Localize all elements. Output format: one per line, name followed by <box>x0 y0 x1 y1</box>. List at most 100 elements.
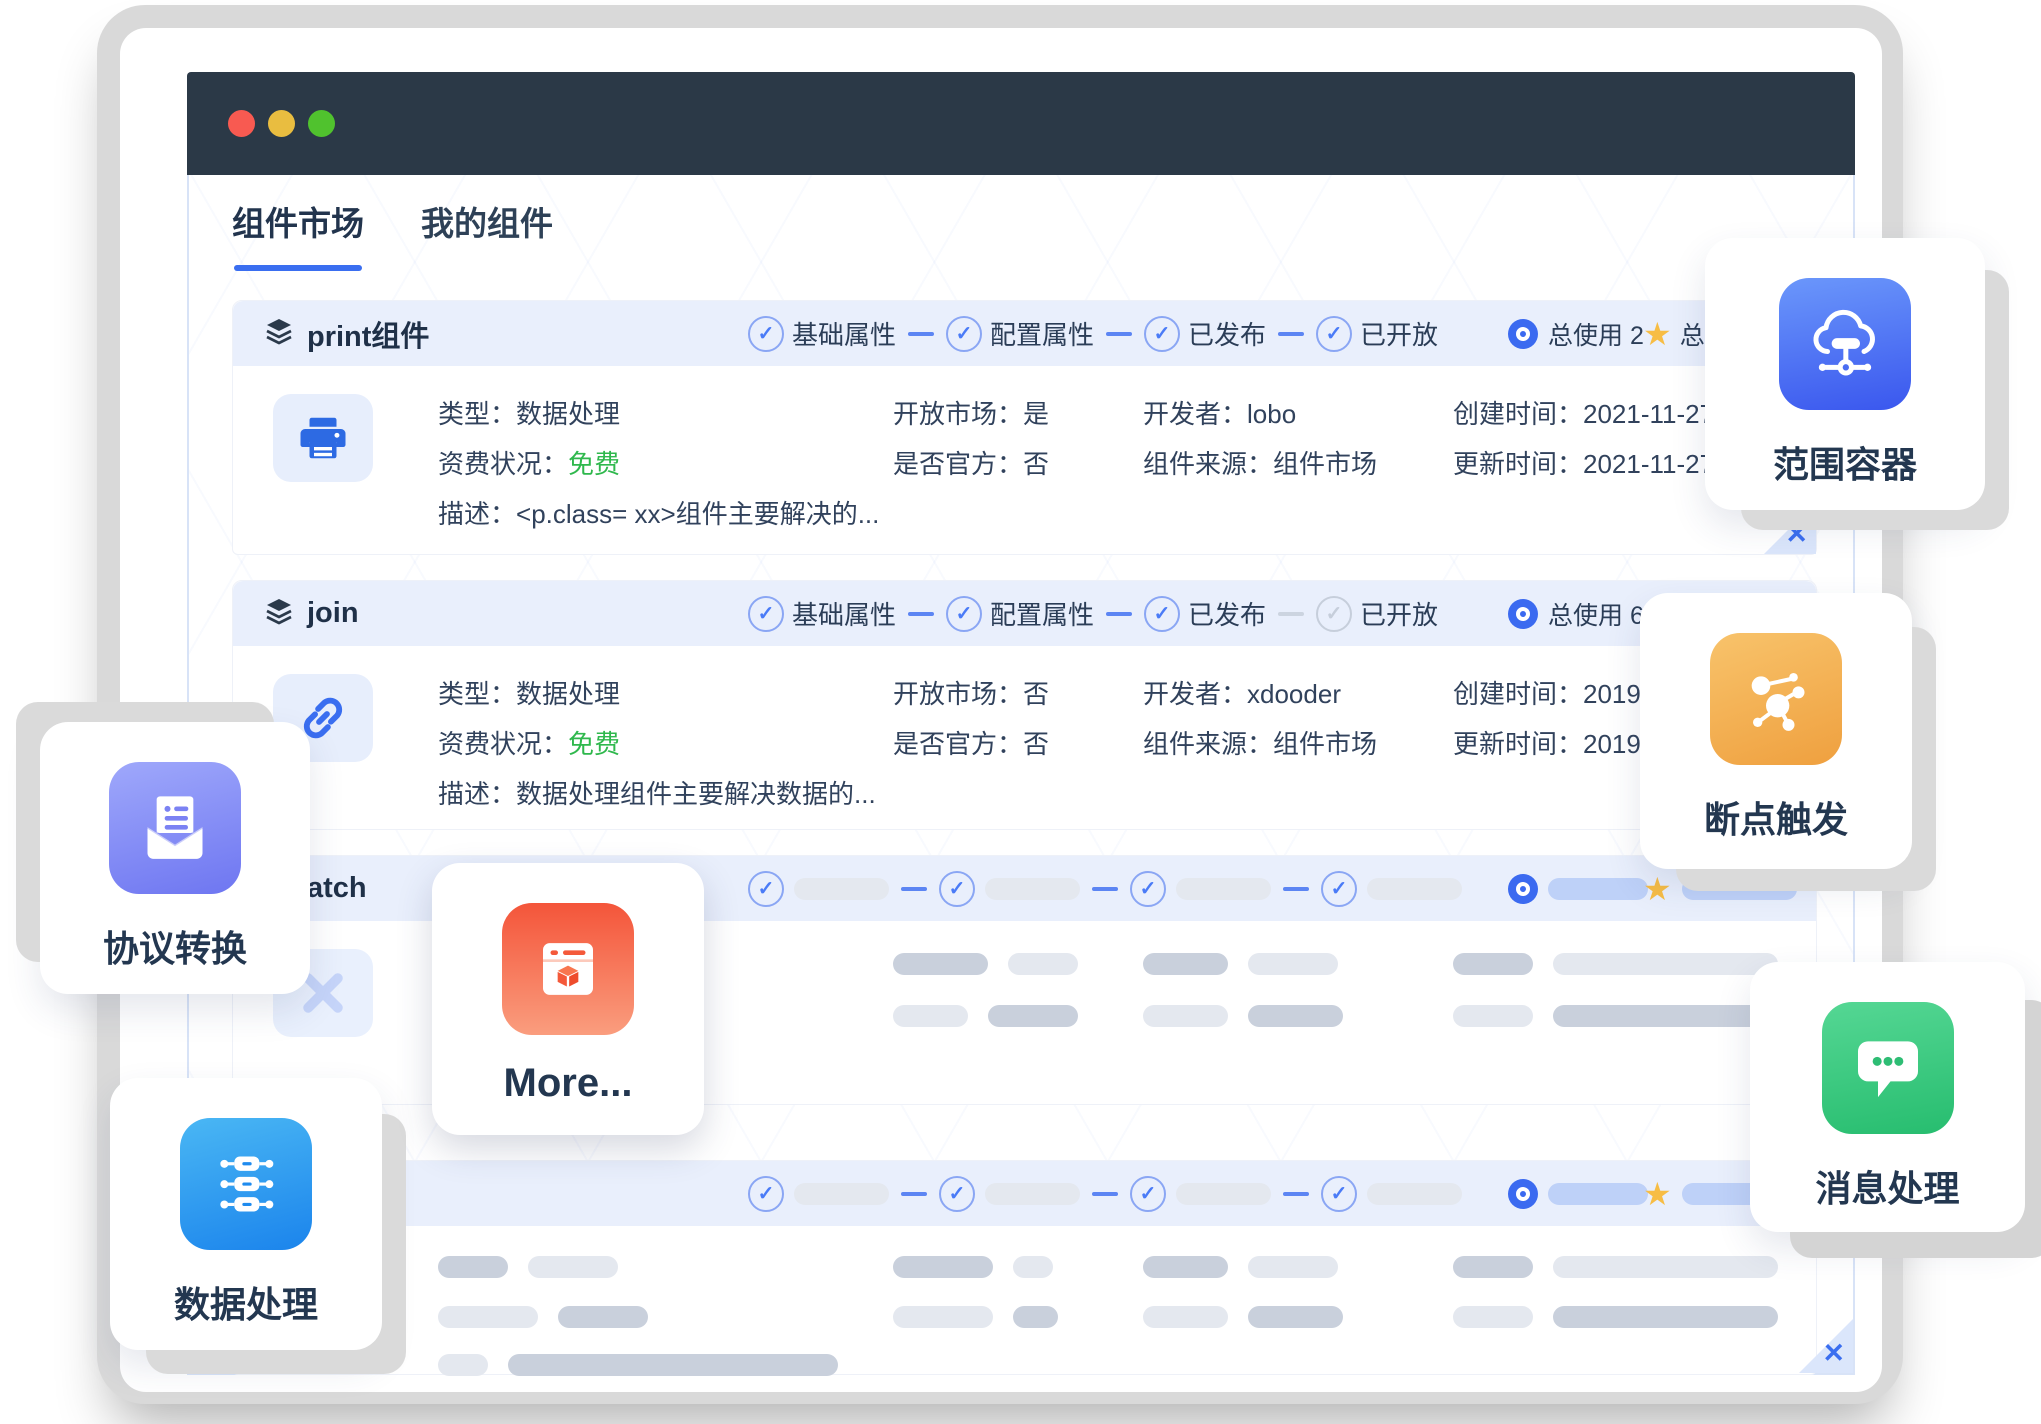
tab-my-components[interactable]: 我的组件 <box>421 197 553 245</box>
card-info-column: 开发者：lobo 组件来源：组件市场 <box>1143 396 1377 482</box>
step-label: 已发布 <box>1188 315 1266 352</box>
step-connector <box>1092 1192 1118 1196</box>
step-connector <box>901 887 927 891</box>
component-card-skeleton[interactable]: ✓ ✓ ✓ ✓ ★ <box>232 1160 1817 1375</box>
card-info-column: 类型：数据处理 资费状况：免费 描述：<p.class= xx>组件主要解决的.… <box>438 396 879 532</box>
card-info-column: 开放市场：否 是否官方：否 <box>893 676 1049 762</box>
step-connector <box>908 332 934 336</box>
usage-text: 总使用 2 <box>1548 316 1644 352</box>
step-label: 基础属性 <box>792 315 896 352</box>
skeleton-pill <box>794 878 889 900</box>
step-label: 已开放 <box>1360 315 1438 352</box>
floating-card-scope-container[interactable]: 范围容器 <box>1705 238 1985 510</box>
step-connector <box>1278 612 1304 616</box>
status-steps: ✓ 基础属性 ✓ 配置属性 ✓ 已发布 ✓ 已开放 <box>748 581 1438 646</box>
skeleton-row <box>1143 1256 1338 1278</box>
check-circle-icon: ✓ <box>939 1176 975 1212</box>
skeleton-row <box>893 1256 1053 1278</box>
skeleton-pill <box>1548 878 1648 900</box>
skeleton-row <box>1143 953 1338 975</box>
check-circle-icon: ✓ <box>748 316 784 352</box>
step-label: 配置属性 <box>990 315 1094 352</box>
floating-card-breakpoint-trigger[interactable]: 断点触发 <box>1640 593 1912 869</box>
skeleton-row <box>1143 1306 1343 1328</box>
check-circle-icon: ✓ <box>946 596 982 632</box>
floating-card-label: 消息处理 <box>1750 1160 2025 1212</box>
skeleton-row <box>1453 1005 1778 1027</box>
card-title: atch <box>307 872 367 905</box>
skeleton-pill <box>1176 1183 1271 1205</box>
usage-icon <box>1508 319 1538 349</box>
printer-icon <box>273 394 373 482</box>
skeleton-pill <box>1548 1183 1648 1205</box>
card-info-column: 创建时间：2019-1 更新时间：2019-1 <box>1453 676 1664 762</box>
component-card-print[interactable]: print组件 ✓ 基础属性 ✓ 配置属性 ✓ 已发布 ✓ 已开放 总使用 2 <box>232 300 1817 555</box>
usage-count-skeleton <box>1508 856 1648 921</box>
floating-card-label: 范围容器 <box>1705 436 1985 488</box>
skeleton-pill <box>1682 878 1797 900</box>
floating-card-label: 协议转换 <box>40 920 310 972</box>
skeleton-row <box>1453 1306 1778 1328</box>
browser-cube-icon <box>502 903 634 1035</box>
skeleton-row <box>893 1306 1058 1328</box>
floating-card-more[interactable]: More... <box>432 863 704 1135</box>
close-window-button[interactable] <box>228 110 255 137</box>
skeleton-pill <box>1367 1183 1462 1205</box>
status-steps-skeleton: ✓ ✓ ✓ ✓ <box>748 856 1462 921</box>
skeleton-row <box>1453 953 1778 975</box>
floating-card-label: More... <box>432 1061 704 1106</box>
step-connector <box>1283 887 1309 891</box>
step-connector <box>908 612 934 616</box>
active-tab-underline <box>234 265 362 271</box>
floating-card-data-processing[interactable]: 数据处理 <box>110 1078 382 1350</box>
check-circle-icon: ✓ <box>1321 871 1357 907</box>
component-card-join[interactable]: join ✓ 基础属性 ✓ 配置属性 ✓ 已发布 ✓ 已开放 总使用 6 <box>232 580 1817 830</box>
check-circle-icon: ✓ <box>1316 316 1352 352</box>
star-icon: ★ <box>1643 1178 1672 1210</box>
skeleton-pill <box>985 878 1080 900</box>
skeleton-pill <box>1367 878 1462 900</box>
check-circle-icon: ✓ <box>1130 1176 1166 1212</box>
tab-component-market[interactable]: 组件市场 <box>232 197 364 245</box>
data-nodes-icon <box>180 1118 312 1250</box>
skeleton-pill <box>985 1183 1080 1205</box>
skeleton-row <box>1143 1005 1343 1027</box>
check-circle-icon: ✓ <box>939 871 975 907</box>
close-icon[interactable]: ✕ <box>1785 521 1808 548</box>
floating-card-protocol-convert[interactable]: 协议转换 <box>40 722 310 994</box>
star-icon: ★ <box>1643 318 1672 350</box>
step-connector <box>1283 1192 1309 1196</box>
content-panel: 组件市场 我的组件 print组件 ✓ 基础属性 ✓ 配置属性 ✓ 已发布 <box>187 175 1855 1375</box>
card-header: join ✓ 基础属性 ✓ 配置属性 ✓ 已发布 ✓ 已开放 总使用 6 <box>233 581 1816 646</box>
molecule-icon <box>1710 633 1842 765</box>
check-circle-icon-incomplete: ✓ <box>1316 596 1352 632</box>
skeleton-row <box>893 953 1078 975</box>
star-icon: ★ <box>1643 873 1672 905</box>
skeleton-pill <box>794 1183 889 1205</box>
floating-card-message-processing[interactable]: 消息处理 <box>1750 962 2025 1232</box>
minimize-window-button[interactable] <box>268 110 295 137</box>
step-connector <box>1106 612 1132 616</box>
check-circle-icon: ✓ <box>1144 596 1180 632</box>
step-connector <box>1278 332 1304 336</box>
card-title: join <box>307 597 359 630</box>
card-header: ✓ ✓ ✓ ✓ ★ <box>233 1161 1816 1226</box>
card-title: print组件 <box>307 313 429 355</box>
status-steps: ✓ 基础属性 ✓ 配置属性 ✓ 已发布 ✓ 已开放 <box>748 301 1438 366</box>
card-info-column: 类型：数据处理 资费状况：免费 描述：数据处理组件主要解决数据的... <box>438 676 876 812</box>
step-connector <box>1106 332 1132 336</box>
check-circle-icon: ✓ <box>946 316 982 352</box>
skeleton-row <box>438 1354 838 1376</box>
check-circle-icon: ✓ <box>748 871 784 907</box>
close-icon[interactable]: ✕ <box>1822 1340 1845 1367</box>
step-label: 已发布 <box>1188 595 1266 632</box>
check-circle-icon: ✓ <box>748 596 784 632</box>
usage-icon <box>1508 599 1538 629</box>
envelope-document-icon <box>109 762 241 894</box>
page: 组件市场 我的组件 print组件 ✓ 基础属性 ✓ 配置属性 ✓ 已发布 <box>0 0 2041 1424</box>
check-circle-icon: ✓ <box>748 1176 784 1212</box>
maximize-window-button[interactable] <box>308 110 335 137</box>
usage-text: 总使用 6 <box>1548 596 1644 632</box>
check-circle-icon: ✓ <box>1144 316 1180 352</box>
card-header: print组件 ✓ 基础属性 ✓ 配置属性 ✓ 已发布 ✓ 已开放 总使用 2 <box>233 301 1816 366</box>
